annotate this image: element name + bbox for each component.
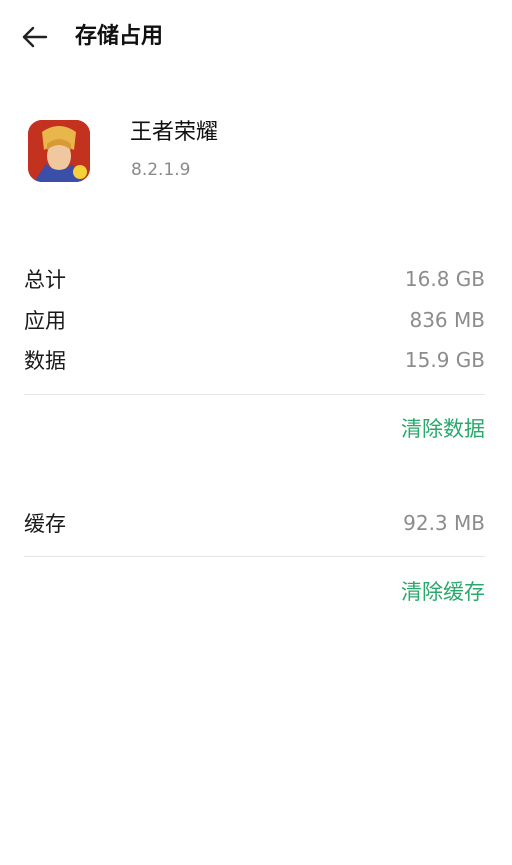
clear-data-button[interactable]: 清除数据	[401, 414, 485, 444]
app-info: 王者荣耀 8.2.1.9	[0, 110, 512, 200]
app-name: 王者荣耀	[130, 120, 219, 145]
back-button[interactable]	[18, 22, 52, 52]
storage-row-app: 应用 836 MB	[24, 302, 485, 338]
divider	[24, 394, 485, 395]
game-app-icon	[28, 120, 90, 182]
row-label: 应用	[24, 309, 66, 333]
arrow-left-icon	[18, 22, 52, 52]
top-bar: 存储占用	[0, 0, 512, 76]
row-label: 总计	[24, 268, 66, 292]
row-label: 数据	[24, 349, 66, 373]
row-value: 92.3 MB	[403, 511, 485, 535]
row-value: 836 MB	[409, 308, 485, 332]
app-version: 8.2.1.9	[131, 160, 191, 180]
row-value: 16.8 GB	[404, 267, 485, 291]
cache-row: 缓存 92.3 MB	[24, 505, 485, 541]
row-value: 15.9 GB	[404, 348, 485, 372]
clear-cache-button[interactable]: 清除缓存	[401, 577, 485, 607]
storage-row-data: 数据 15.9 GB	[24, 342, 485, 378]
row-label: 缓存	[24, 512, 66, 536]
storage-row-total: 总计 16.8 GB	[24, 261, 485, 297]
page-title: 存储占用	[75, 24, 164, 49]
divider	[24, 556, 485, 557]
